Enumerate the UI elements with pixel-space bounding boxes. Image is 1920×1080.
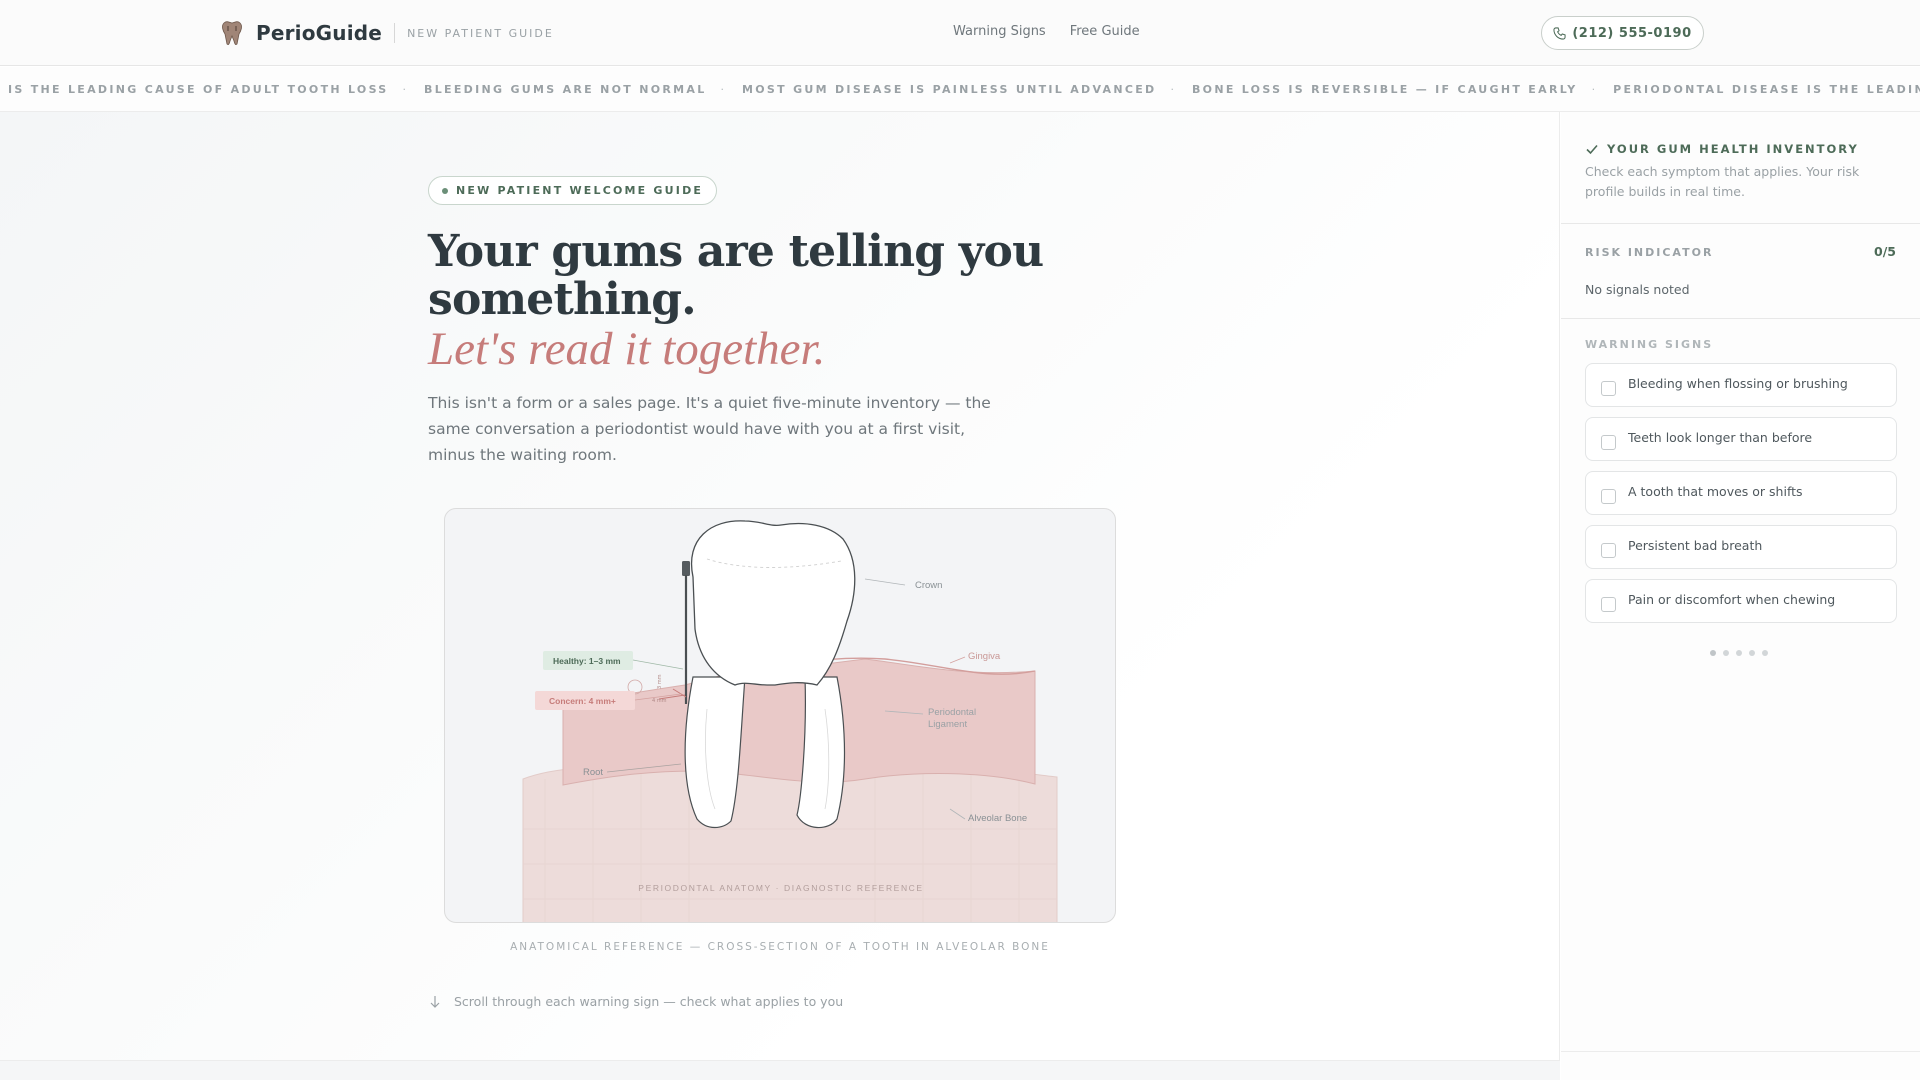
svg-text:3 mm: 3 mm [657,674,663,689]
tooth-cross-section-illustration: 3 mm 4 mm Healthy: 1–3 mm Concern: 4 mm+… [522,520,1058,922]
welcome-badge: NEW PATIENT WELCOME GUIDE [428,176,718,205]
brand-tagline: NEW PATIENT GUIDE [407,26,554,40]
panel-divider [1561,318,1920,319]
sign-label: Persistent bad breath [1628,538,1763,553]
alveolar-bone-label: Alveolar Bone [968,813,1027,824]
warning-sign-list: Bleeding when flossing or brushing Teeth… [1585,363,1897,633]
checkmark-icon [1586,144,1598,155]
figure-footer-label: PERIODONTAL ANATOMY · DIAGNOSTIC REFEREN… [638,883,923,893]
nav-link-warning-signs[interactable]: Warning Signs [953,24,1046,39]
sign-label: Pain or discomfort when chewing [1628,592,1836,607]
site-header: PerioGuide NEW PATIENT GUIDE Warning Sig… [0,0,1920,66]
hero-subtitle: Let's read it together. [428,323,826,375]
risk-score: 0/5 [1874,244,1896,259]
warning-signs-label: WARNING SIGNS [1585,338,1714,351]
main-content: NEW PATIENT WELCOME GUIDE Your gums are … [0,112,1560,1060]
gingiva-label: Gingiva [968,651,1001,662]
panel-divider [1561,223,1920,224]
welcome-badge-label: NEW PATIENT WELCOME GUIDE [456,184,704,197]
brand[interactable]: PerioGuide NEW PATIENT GUIDE [220,20,554,46]
sign-item-chewing-pain[interactable]: Pain or discomfort when chewing [1585,579,1897,623]
panel-description: Check each symptom that applies. Your ri… [1585,164,1860,199]
alveolar-bone [522,765,1058,922]
phone-call-button[interactable]: (212) 555-0190 [1541,16,1704,50]
facts-ticker: IS THE LEADING CAUSE OF ADULT TOOTH LOSS… [0,67,1920,112]
sign-checkbox[interactable] [1601,543,1616,558]
sign-checkbox[interactable] [1601,435,1616,450]
concern-depth-label: Concern: 4 mm+ [549,696,616,706]
tooth-crown [690,520,856,686]
ticker-item: PERIODONTAL DISEASE IS THE LEADING CAUS [1613,83,1920,96]
scroll-hint-text: Scroll through each warning sign — check… [454,994,844,1009]
panel-pager [1710,650,1768,656]
panel-footer-divider [1561,1051,1920,1052]
ticker-item: MOST GUM DISEASE IS PAINLESS UNTIL ADVAN… [742,83,1157,96]
ticker-separator: · [720,83,725,96]
pager-dot[interactable] [1749,650,1755,656]
anatomy-figure: 3 mm 4 mm Healthy: 1–3 mm Concern: 4 mm+… [444,508,1116,923]
periodontal-probe [682,561,690,576]
sign-checkbox[interactable] [1601,381,1616,396]
ticker-track: IS THE LEADING CAUSE OF ADULT TOOTH LOSS… [8,83,1920,96]
panel-header: YOUR GUM HEALTH INVENTORY Check each sym… [1585,142,1897,202]
crown-label: Crown [915,580,942,591]
top-nav: Warning Signs Free Guide [953,24,1140,39]
sign-item-loose-tooth[interactable]: A tooth that moves or shifts [1585,471,1897,515]
sign-checkbox[interactable] [1601,597,1616,612]
arrow-down-icon [430,995,440,1008]
pager-dot[interactable] [1736,650,1742,656]
pager-dot[interactable] [1723,650,1729,656]
next-section-edge [0,1060,1560,1080]
risk-status: No signals noted [1585,282,1690,297]
sign-item-longer-teeth[interactable]: Teeth look longer than before [1585,417,1897,461]
nav-link-free-guide[interactable]: Free Guide [1070,24,1140,39]
gum-health-inventory-panel: YOUR GUM HEALTH INVENTORY Check each sym… [1561,112,1920,1080]
ligament-label-2: Ligament [928,719,967,730]
sign-label: A tooth that moves or shifts [1628,484,1803,499]
ticker-item: IS THE LEADING CAUSE OF ADULT TOOTH LOSS [8,83,389,96]
healthy-depth-label: Healthy: 1–3 mm [553,656,621,666]
brand-divider [394,23,396,43]
phone-number: (212) 555-0190 [1572,25,1692,41]
root-label: Root [583,767,603,778]
ticker-separator: · [1591,83,1596,96]
hero-body: This isn't a form or a sales page. It's … [428,394,991,464]
ticker-item: BLEEDING GUMS ARE NOT NORMAL [424,83,707,96]
hero-title: Your gums are telling you something. [428,226,1044,325]
ligament-label-1: Periodontal [928,707,976,718]
sign-label: Bleeding when flossing or brushing [1628,376,1848,391]
scroll-hint: Scroll through each warning sign — check… [428,994,843,1009]
sign-label: Teeth look longer than before [1628,430,1813,445]
sign-item-bleeding[interactable]: Bleeding when flossing or brushing [1585,363,1897,407]
tooth-logo-icon [222,21,242,45]
sign-item-bad-breath[interactable]: Persistent bad breath [1585,525,1897,569]
phone-icon [1553,26,1566,40]
brand-name: PerioGuide [256,21,383,45]
pager-dot[interactable] [1762,650,1768,656]
ticker-separator: · [1170,83,1174,96]
risk-indicator-label: RISK INDICATOR [1585,246,1714,259]
badge-dot [442,187,448,194]
figure-caption: ANATOMICAL REFERENCE — CROSS-SECTION OF … [510,941,1050,953]
svg-text:4 mm: 4 mm [652,698,667,704]
ticker-separator: · [402,83,407,96]
panel-title: YOUR GUM HEALTH INVENTORY [1607,142,1859,156]
ticker-item: BONE LOSS IS REVERSIBLE — IF CAUGHT EARL… [1191,83,1578,96]
sign-checkbox[interactable] [1601,489,1616,504]
pager-dot[interactable] [1710,650,1716,656]
